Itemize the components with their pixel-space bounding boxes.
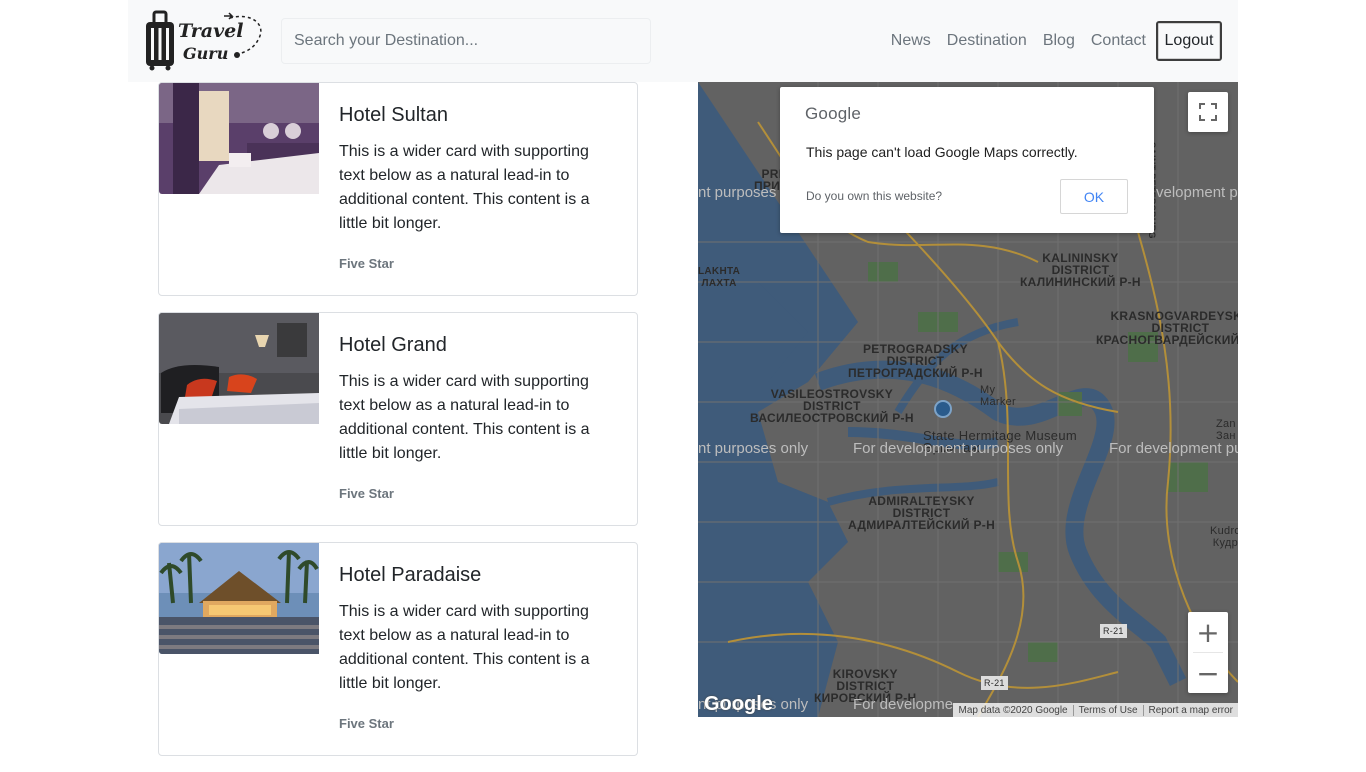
destination-search-input[interactable] (281, 18, 651, 64)
dev-watermark: nt purposes only (698, 440, 809, 457)
zoom-out-button[interactable]: − (1188, 653, 1228, 693)
hotel-rating: Five Star (339, 486, 394, 501)
hotel-description: This is a wider card with supporting tex… (339, 603, 590, 692)
hotel-title: Hotel Paradaise (339, 564, 482, 586)
hotel-title: Hotel Grand (339, 334, 447, 356)
map-label-vasileostrovsky: VASILEOSTROVSKY DISTRICT ВАСИЛЕОСТРОВСКИ… (750, 387, 914, 425)
hotel-image (159, 83, 319, 194)
hotel-rating: Five Star (339, 716, 394, 731)
hotel-image (159, 313, 319, 424)
nav-link-contact[interactable]: Contact (1091, 21, 1146, 61)
dev-watermark: For developme (853, 696, 954, 713)
logout-button[interactable]: Logout (1156, 21, 1222, 61)
road-label-r21: R-21 (1100, 624, 1127, 638)
nav-link-blog[interactable]: Blog (1043, 21, 1075, 61)
google-logo: Google (704, 693, 773, 715)
museum-marker-icon[interactable] (934, 400, 952, 418)
fullscreen-button[interactable] (1188, 92, 1228, 132)
hotel-card[interactable]: Hotel Sultan This is a wider card with s… (158, 82, 638, 296)
hotel-image (159, 543, 319, 654)
map-label-lakhta: LAKHTA ЛАХТА (698, 266, 741, 289)
hotel-description: This is a wider card with supporting tex… (339, 373, 590, 462)
navbar: Travel Guru News Destination Blog Contac… (128, 0, 1238, 82)
card-body: Hotel Grand This is a wider card with su… (339, 331, 609, 501)
dev-watermark: For development purposes only (853, 440, 1064, 457)
google-map[interactable]: KALININSKY DISTRICT КАЛИНИНСКИЙ Р-Н KRAS… (698, 82, 1238, 717)
hotel-card[interactable]: Hotel Grand This is a wider card with su… (158, 312, 638, 526)
hotel-title: Hotel Sultan (339, 104, 448, 126)
dialog-ok-button[interactable]: OK (1060, 179, 1128, 214)
report-error-link[interactable]: Report a map error (1144, 705, 1238, 716)
map-label-zan: Zan Зан (1216, 418, 1236, 442)
card-body: Hotel Paradaise This is a wider card wit… (339, 561, 609, 731)
dialog-question: Do you own this website? (806, 189, 943, 203)
map-label-kalininsky: KALININSKY DISTRICT КАЛИНИНСКИЙ Р-Н (1020, 251, 1141, 289)
road-label-r21: R-21 (981, 676, 1008, 690)
map-label-kudro: Kudro Кудр (1210, 525, 1238, 549)
dev-watermark: velopment pu (1156, 184, 1238, 201)
card-body: Hotel Sultan This is a wider card with s… (339, 101, 609, 271)
hotel-card[interactable]: Hotel Paradaise This is a wider card wit… (158, 542, 638, 756)
fullscreen-icon (1199, 103, 1217, 121)
nav-link-news[interactable]: News (891, 21, 931, 61)
brand-line2: Guru (183, 44, 229, 63)
dialog-message: This page can't load Google Maps correct… (806, 144, 1078, 160)
hotel-description: This is a wider card with supporting tex… (339, 143, 590, 232)
map-label-my-marker[interactable]: My Marker (980, 384, 1016, 408)
brand-line1: Travel (178, 20, 244, 42)
nav-links: News Destination Blog Contact Logout (875, 21, 1222, 61)
maps-error-dialog: Google This page can't load Google Maps … (780, 87, 1154, 233)
map-attribution: Map data ©2020 Google Terms of Use Repor… (953, 703, 1238, 717)
dialog-google-logo: Google (805, 104, 862, 123)
map-data-credit: Map data ©2020 Google (953, 704, 1074, 716)
map-label-krasnogvardeysky: KRASNOGVARDEYSKY DISTRICT КРАСНОГВАРДЕЙС… (1096, 309, 1238, 347)
nav-link-destination[interactable]: Destination (947, 21, 1027, 61)
map-label-admiralteysky: ADMIRALTEYSKY DISTRICT АДМИРАЛТЕЙСКИЙ Р-… (848, 494, 996, 532)
dev-watermark: For development pu (1109, 440, 1238, 457)
hotel-rating: Five Star (339, 256, 394, 271)
zoom-in-button[interactable]: + (1188, 612, 1228, 652)
map-label-petrogradsky: PETROGRADSKY DISTRICT ПЕТРОГРАДСКИЙ Р-Н (848, 342, 983, 380)
zoom-control: + − (1188, 612, 1228, 693)
terms-of-use-link[interactable]: Terms of Use (1074, 704, 1144, 716)
brand-logo[interactable]: Travel Guru (142, 10, 264, 72)
